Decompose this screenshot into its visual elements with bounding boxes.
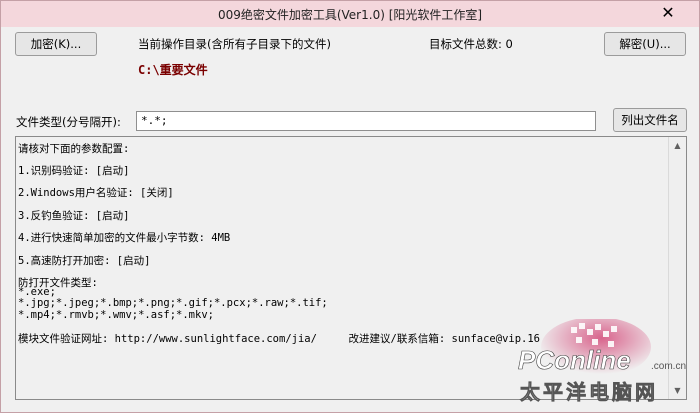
pconline-watermark-logo: PConline .com.cn 太平洋电脑网 [518,319,686,404]
scroll-up-arrow-icon[interactable]: ▲ [669,137,686,154]
config-line: 1.识别码验证: [启动] [18,165,130,177]
filetype-label: 文件类型(分号隔开): [16,115,121,129]
config-line: 4.进行快速简单加密的文件最小字节数: 4MB [18,232,231,244]
list-files-button[interactable]: 列出文件名 [613,108,687,132]
config-line: 模块文件验证网址: http://www.sunlightface.com/ji… [18,333,541,345]
config-line: 5.高速防打开加密: [启动] [18,255,151,267]
current-dir-value: C:\重要文件 [138,63,208,77]
current-dir-label: 当前操作目录(含所有子目录下的文件) [138,37,331,51]
filetype-input[interactable]: *.*; [136,111,596,131]
config-line: *.jpg;*.jpeg;*.bmp;*.png;*.gif;*.pcx;*.r… [18,297,328,309]
config-line: *.mp4;*.rmvb;*.wmv;*.asf;*.mkv; [18,309,214,321]
decrypt-button[interactable]: 解密(U)... [604,32,686,56]
window-title: 009绝密文件加密工具(Ver1.0) [阳光软件工作室] [217,8,483,22]
target-count-label: 目标文件总数: 0 [429,37,513,51]
config-line: 3.反钓鱼验证: [启动] [18,210,130,222]
main-window: 009绝密文件加密工具(Ver1.0) [阳光软件工作室] ✕ 加密(K)...… [0,0,700,413]
config-line: 2.Windows用户名验证: [关闭] [18,187,174,199]
watermark-chinese: 太平洋电脑网 [520,380,658,404]
watermark-brand: PConline [518,345,631,375]
watermark-domain: .com.cn [651,361,686,372]
config-line: 请核对下面的参数配置: [18,143,130,155]
encrypt-button[interactable]: 加密(K)... [15,32,97,56]
title-bar[interactable]: 009绝密文件加密工具(Ver1.0) [阳光软件工作室] ✕ [1,1,699,27]
close-button[interactable]: ✕ [649,3,687,23]
